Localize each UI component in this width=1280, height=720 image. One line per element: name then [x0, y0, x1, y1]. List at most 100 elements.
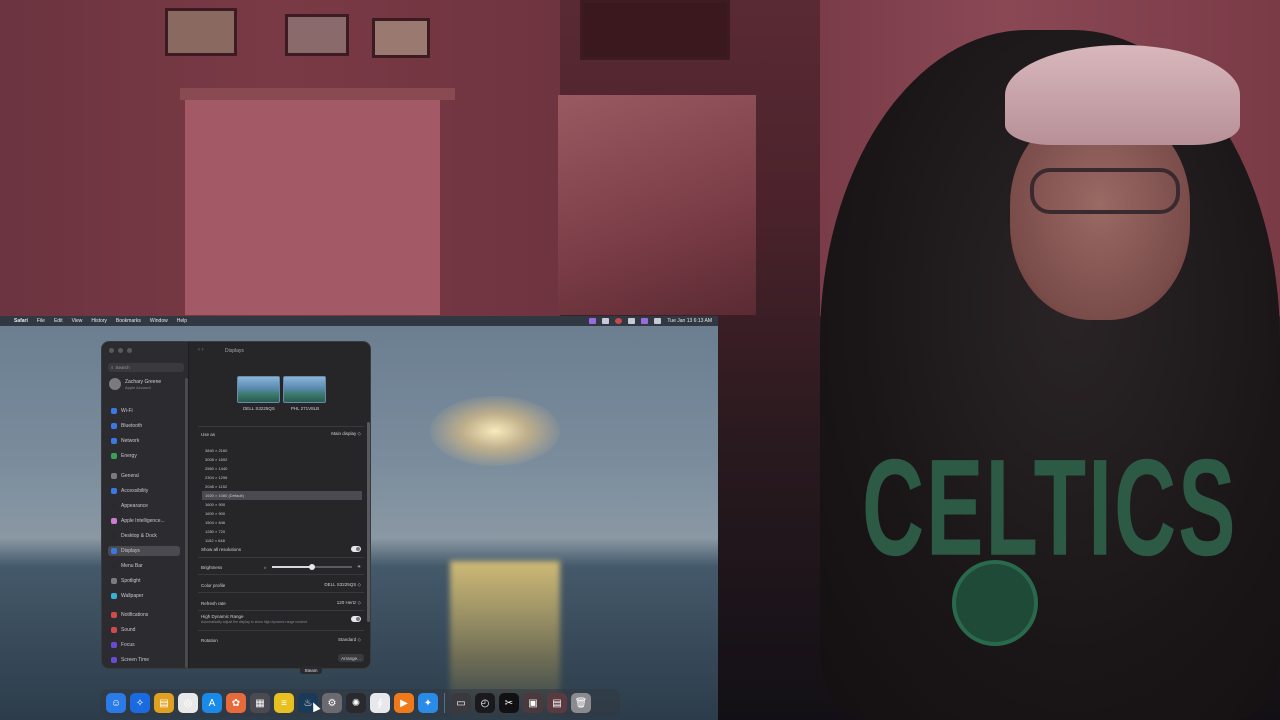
- activity-monitor-icon[interactable]: ◴: [475, 693, 495, 713]
- resolution-option[interactable]: 1600 × 900: [202, 509, 362, 518]
- use-as-label: Use as: [201, 431, 216, 437]
- use-as-select[interactable]: Main display ◇: [331, 431, 361, 437]
- sidebar-item-displays[interactable]: Displays: [108, 546, 180, 556]
- record-icon[interactable]: [615, 318, 623, 324]
- sidebar-item-appearance[interactable]: Appearance: [108, 501, 180, 511]
- sidebar-item-icon: [111, 627, 117, 633]
- sidebar-item-wallpaper[interactable]: Wallpaper: [108, 591, 180, 601]
- sidebar-item-notifications[interactable]: Notifications: [108, 610, 180, 620]
- menu-view[interactable]: View: [72, 318, 83, 324]
- control-center-icon[interactable]: [654, 318, 662, 324]
- screenshot-icon[interactable]: ▣: [523, 693, 543, 713]
- menu-app-name[interactable]: Safari: [14, 318, 28, 324]
- sidebar-item-screen-time[interactable]: Screen Time: [108, 655, 180, 665]
- hdr-toggle[interactable]: [351, 616, 361, 622]
- chatgpt-icon[interactable]: ✺: [346, 693, 366, 713]
- refresh-rate-select[interactable]: 120 Hertz ◇: [337, 600, 361, 606]
- sidebar-item-focus[interactable]: Focus: [108, 640, 180, 650]
- folder-icon[interactable]: ▤: [154, 693, 174, 713]
- status-app-icon[interactable]: [641, 318, 649, 324]
- resolution-option[interactable]: 3840 × 2160: [202, 446, 362, 455]
- brightness-label: Brightness: [201, 564, 223, 570]
- display-dell[interactable]: DELL S3225QS: [237, 376, 281, 411]
- safari-icon[interactable]: ✦: [418, 693, 438, 713]
- settings-icon[interactable]: ⚙: [322, 693, 342, 713]
- nav-back-forward[interactable]: ‹ ›: [198, 347, 204, 353]
- sidebar-item-network[interactable]: Network: [108, 436, 180, 446]
- color-profile-select[interactable]: DELL S3225QS ◇: [324, 582, 361, 588]
- finder-icon[interactable]: ☺: [106, 693, 126, 713]
- menu-extras: Tue Jan 13 6:13 AM: [589, 316, 712, 326]
- sun-small-icon: ☼: [262, 564, 267, 570]
- trash-icon[interactable]: 🗑: [571, 693, 591, 713]
- show-all-toggle[interactable]: [351, 546, 361, 552]
- desktop-screen: Safari File Edit View History Bookmarks …: [0, 316, 718, 720]
- picture-frame: [285, 14, 349, 56]
- sidebar-item-label: Desktop & Dock: [121, 533, 157, 539]
- content-scrollbar[interactable]: [367, 422, 370, 622]
- close-button[interactable]: [109, 348, 114, 353]
- sidebar-item-spotlight[interactable]: Spotlight: [108, 576, 180, 586]
- menu-clock[interactable]: Tue Jan 13 6:13 AM: [667, 318, 712, 324]
- resolution-option[interactable]: 1504 × 846: [202, 518, 362, 527]
- sidebar-item-wi-fi[interactable]: Wi-Fi: [108, 406, 180, 416]
- scrobbler-icon[interactable]: ∮: [370, 693, 390, 713]
- rotation-select[interactable]: Standard ◇: [338, 637, 361, 643]
- resolution-option[interactable]: 1280 × 720: [202, 527, 362, 536]
- launchpad-icon[interactable]: ▦: [250, 693, 270, 713]
- resolution-list: 3840 × 2160 3008 × 1692 2560 × 1440 2304 × …: [202, 446, 362, 545]
- menu-history[interactable]: History: [91, 318, 107, 324]
- refresh-rate-row: Refresh rate 120 Hertz ◇: [201, 600, 361, 606]
- menu-bookmarks[interactable]: Bookmarks: [116, 318, 141, 324]
- sidebar-item-energy[interactable]: Energy: [108, 451, 180, 461]
- sidebar-scrollbar[interactable]: [185, 378, 188, 668]
- account-row[interactable]: Zachary Greene Apple Account: [109, 378, 161, 390]
- sidebar-item-accessibility[interactable]: Accessibility: [108, 486, 180, 496]
- divider: [198, 426, 364, 427]
- notes-icon[interactable]: ≡: [274, 693, 294, 713]
- capcut-icon[interactable]: ✂: [499, 693, 519, 713]
- divider: [198, 610, 364, 611]
- sidebar-item-menu-bar[interactable]: Menu Bar: [108, 561, 180, 571]
- menu-file[interactable]: File: [37, 318, 45, 324]
- sidebar-item-desktop-dock[interactable]: Desktop & Dock: [108, 531, 180, 541]
- chrome-icon[interactable]: ◎: [178, 693, 198, 713]
- menu-window[interactable]: Window: [150, 318, 168, 324]
- resolution-option[interactable]: 2304 × 1296: [202, 473, 362, 482]
- slider-knob[interactable]: [308, 564, 315, 570]
- status-app-icon[interactable]: [602, 318, 610, 324]
- app-store-icon[interactable]: A: [202, 693, 222, 713]
- minimize-button[interactable]: [118, 348, 123, 353]
- resolution-option[interactable]: 2560 × 1440: [202, 464, 362, 473]
- sidebar-item-label: Wi-Fi: [121, 408, 133, 414]
- vlc-icon[interactable]: ▶: [394, 693, 414, 713]
- displays-pane: ‹ › Displays DELL S3225QS PHL 271V8LB Us…: [190, 342, 370, 668]
- divider: [198, 574, 364, 575]
- status-app-icon[interactable]: [589, 318, 597, 324]
- photos-icon[interactable]: ✿: [226, 693, 246, 713]
- baseball-cap: [1005, 45, 1240, 145]
- arrange-button[interactable]: Arrange...: [338, 654, 364, 662]
- sidebar-item-general[interactable]: General: [108, 471, 180, 481]
- menu-edit[interactable]: Edit: [54, 318, 63, 324]
- search-icon: ⌕: [111, 365, 114, 370]
- sidebar-item-bluetooth[interactable]: Bluetooth: [108, 421, 180, 431]
- window-thumb-icon[interactable]: ▤: [547, 693, 567, 713]
- zoom-button[interactable]: [127, 348, 132, 353]
- sidebar-item-apple-intelligence[interactable]: Apple Intelligence...: [108, 516, 180, 526]
- menu-help[interactable]: Help: [177, 318, 187, 324]
- status-app-icon[interactable]: [628, 318, 636, 324]
- bluesky-icon[interactable]: ✧: [130, 693, 150, 713]
- resolution-option[interactable]: 3008 × 1692: [202, 455, 362, 464]
- resolution-option[interactable]: 1920 × 1080 (Default): [202, 491, 362, 500]
- sidebar-item-sound[interactable]: Sound: [108, 625, 180, 635]
- resolution-option[interactable]: 1600 × 900: [202, 500, 362, 509]
- resolution-option[interactable]: 2048 × 1152: [202, 482, 362, 491]
- window-thumb-icon[interactable]: ▭: [451, 693, 471, 713]
- settings-sidebar: ⌕ Search Zachary Greene Apple Account Wi…: [102, 342, 189, 668]
- search-placeholder: Search: [115, 365, 130, 370]
- resolution-option[interactable]: 1152 × 648: [202, 536, 362, 545]
- display-phl[interactable]: PHL 271V8LB: [283, 376, 327, 411]
- search-input[interactable]: ⌕ Search: [108, 363, 184, 372]
- brightness-slider[interactable]: [271, 564, 352, 570]
